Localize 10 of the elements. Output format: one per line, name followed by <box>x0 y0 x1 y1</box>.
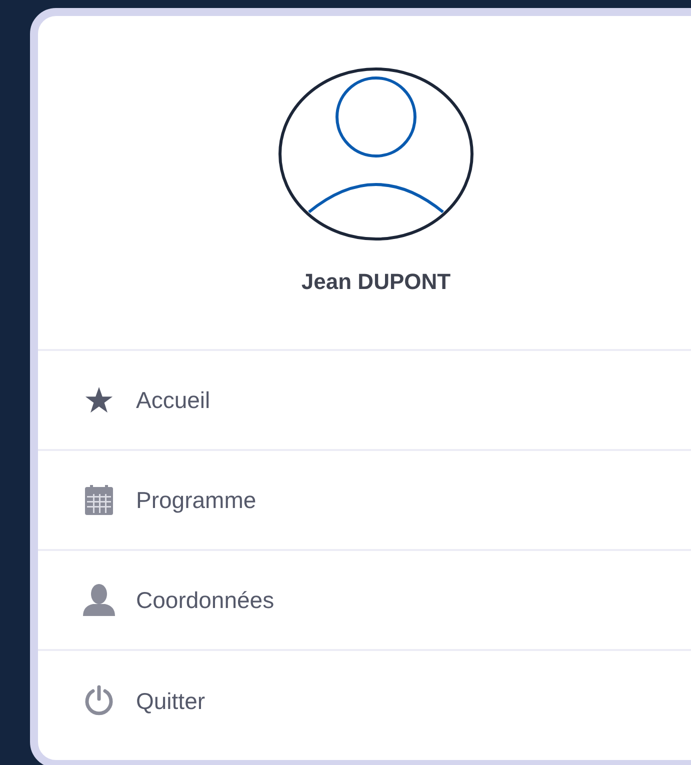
star-icon <box>85 387 113 413</box>
power-icon <box>83 685 115 717</box>
avatar-icon <box>278 67 474 241</box>
menu-item[interactable]: Quitter <box>38 651 691 751</box>
menu-item[interactable]: Programme <box>38 451 691 551</box>
menu-item[interactable]: Coordonnées <box>38 551 691 651</box>
user-name: Jean DUPONT <box>301 268 451 296</box>
user-icon <box>83 584 115 616</box>
menu-item[interactable]: Accueil <box>38 351 691 451</box>
calendar-icon <box>85 485 113 515</box>
